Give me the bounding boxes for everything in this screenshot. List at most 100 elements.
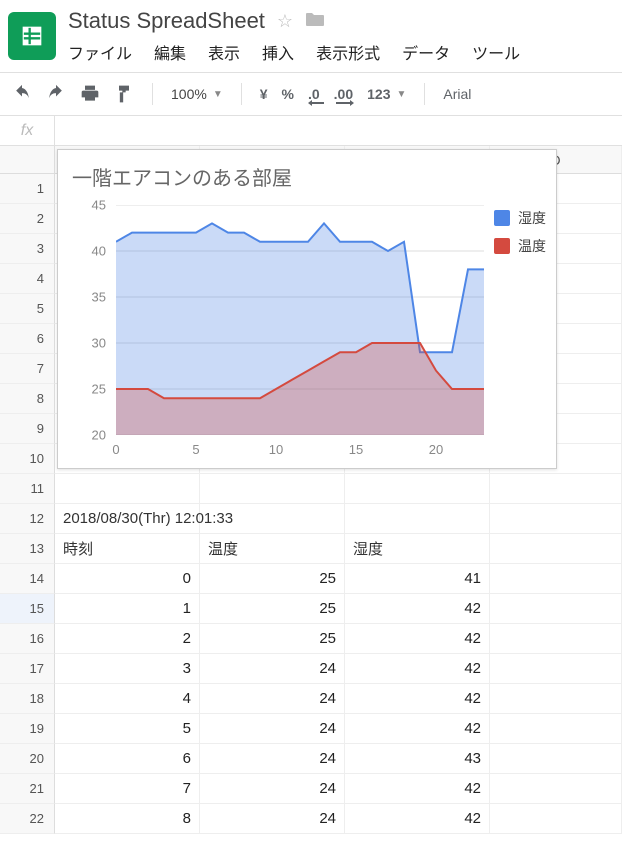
cell[interactable]: 0: [55, 564, 200, 594]
formula-bar: fx: [0, 116, 622, 146]
increase-decimal-button[interactable]: .00: [334, 86, 353, 102]
cell[interactable]: [490, 804, 622, 834]
cell[interactable]: [490, 624, 622, 654]
menu-view[interactable]: 表示: [208, 40, 240, 64]
cell[interactable]: 5: [55, 714, 200, 744]
legend-swatch: [494, 238, 510, 254]
row-header[interactable]: 13: [0, 534, 55, 564]
percent-format-button[interactable]: %: [282, 86, 294, 102]
number-format-select[interactable]: 123▼: [367, 86, 406, 102]
cell[interactable]: 8: [55, 804, 200, 834]
chart-title: 一階エアコンのある部屋: [58, 150, 556, 193]
currency-format-button[interactable]: ¥: [260, 86, 268, 102]
cell[interactable]: 1: [55, 594, 200, 624]
row-header[interactable]: 2: [0, 204, 55, 234]
cell[interactable]: 42: [345, 654, 490, 684]
cell[interactable]: [345, 474, 490, 504]
row-header[interactable]: 4: [0, 264, 55, 294]
embedded-chart[interactable]: 一階エアコンのある部屋 202530354045 05101520 湿度 温度: [57, 149, 557, 469]
cell[interactable]: 24: [200, 684, 345, 714]
cell[interactable]: 24: [200, 654, 345, 684]
table-row: 62443: [55, 744, 622, 774]
row-header[interactable]: 5: [0, 294, 55, 324]
doc-title[interactable]: Status SpreadSheet: [68, 8, 265, 34]
row-header[interactable]: 3: [0, 234, 55, 264]
row-header[interactable]: 6: [0, 324, 55, 354]
cell[interactable]: 6: [55, 744, 200, 774]
font-select[interactable]: Arial: [443, 86, 471, 102]
menu-data[interactable]: データ: [402, 40, 450, 64]
cell[interactable]: 7: [55, 774, 200, 804]
cell[interactable]: 42: [345, 714, 490, 744]
row-header[interactable]: 21: [0, 774, 55, 804]
zoom-select[interactable]: 100%▼: [171, 86, 223, 102]
cell[interactable]: 時刻: [55, 534, 200, 564]
menu-tools[interactable]: ツール: [472, 40, 520, 64]
print-icon[interactable]: [80, 84, 100, 104]
row-header[interactable]: 17: [0, 654, 55, 684]
cell[interactable]: 42: [345, 804, 490, 834]
cell[interactable]: 4: [55, 684, 200, 714]
cell[interactable]: 24: [200, 714, 345, 744]
row-header[interactable]: 14: [0, 564, 55, 594]
cell[interactable]: 24: [200, 744, 345, 774]
cell[interactable]: 24: [200, 804, 345, 834]
cell[interactable]: [490, 504, 622, 534]
cell[interactable]: [345, 504, 490, 534]
cell[interactable]: 42: [345, 774, 490, 804]
legend-item: 温度: [494, 236, 546, 256]
menu-file[interactable]: ファイル: [68, 40, 132, 64]
cell[interactable]: 25: [200, 594, 345, 624]
cell[interactable]: 42: [345, 684, 490, 714]
undo-icon[interactable]: [12, 84, 32, 104]
row-header[interactable]: 22: [0, 804, 55, 834]
row-header[interactable]: 15: [0, 594, 55, 624]
cell[interactable]: 25: [200, 624, 345, 654]
cell[interactable]: [490, 534, 622, 564]
row-header[interactable]: 7: [0, 354, 55, 384]
row-header[interactable]: 10: [0, 444, 55, 474]
cell[interactable]: 24: [200, 774, 345, 804]
select-all-corner[interactable]: [0, 146, 55, 174]
menu-edit[interactable]: 編集: [154, 40, 186, 64]
cell[interactable]: 41: [345, 564, 490, 594]
cell[interactable]: [200, 504, 345, 534]
paint-format-icon[interactable]: [114, 84, 134, 104]
row-header[interactable]: 12: [0, 504, 55, 534]
row-header[interactable]: 11: [0, 474, 55, 504]
cell[interactable]: [490, 654, 622, 684]
cell[interactable]: [55, 474, 200, 504]
cell[interactable]: 43: [345, 744, 490, 774]
menu-insert[interactable]: 挿入: [262, 40, 294, 64]
cell[interactable]: [490, 714, 622, 744]
cell[interactable]: [200, 474, 345, 504]
row-header[interactable]: 18: [0, 684, 55, 714]
cell[interactable]: 25: [200, 564, 345, 594]
cell[interactable]: 3: [55, 654, 200, 684]
star-icon[interactable]: ☆: [277, 11, 293, 32]
row-header[interactable]: 19: [0, 714, 55, 744]
row-header[interactable]: 16: [0, 624, 55, 654]
cell[interactable]: [490, 594, 622, 624]
row-header[interactable]: 1: [0, 174, 55, 204]
row-header[interactable]: 20: [0, 744, 55, 774]
cell[interactable]: 湿度: [345, 534, 490, 564]
menu-format[interactable]: 表示形式: [316, 40, 380, 64]
cell[interactable]: [490, 474, 622, 504]
row-header[interactable]: 8: [0, 384, 55, 414]
folder-icon[interactable]: [305, 11, 325, 32]
row-header[interactable]: 9: [0, 414, 55, 444]
cell[interactable]: 42: [345, 594, 490, 624]
cell[interactable]: [490, 774, 622, 804]
cell[interactable]: 温度: [200, 534, 345, 564]
cell[interactable]: [490, 744, 622, 774]
cell[interactable]: [490, 564, 622, 594]
cell[interactable]: 42: [345, 624, 490, 654]
cell[interactable]: 2: [55, 624, 200, 654]
cell[interactable]: [490, 684, 622, 714]
app-header: Status SpreadSheet ☆ ファイル 編集 表示 挿入 表示形式 …: [0, 0, 622, 72]
table-row: 02541: [55, 564, 622, 594]
cell[interactable]: 2018/08/30(Thr) 12:01:33: [55, 504, 200, 534]
decrease-decimal-button[interactable]: .0: [308, 86, 320, 102]
redo-icon[interactable]: [46, 84, 66, 104]
